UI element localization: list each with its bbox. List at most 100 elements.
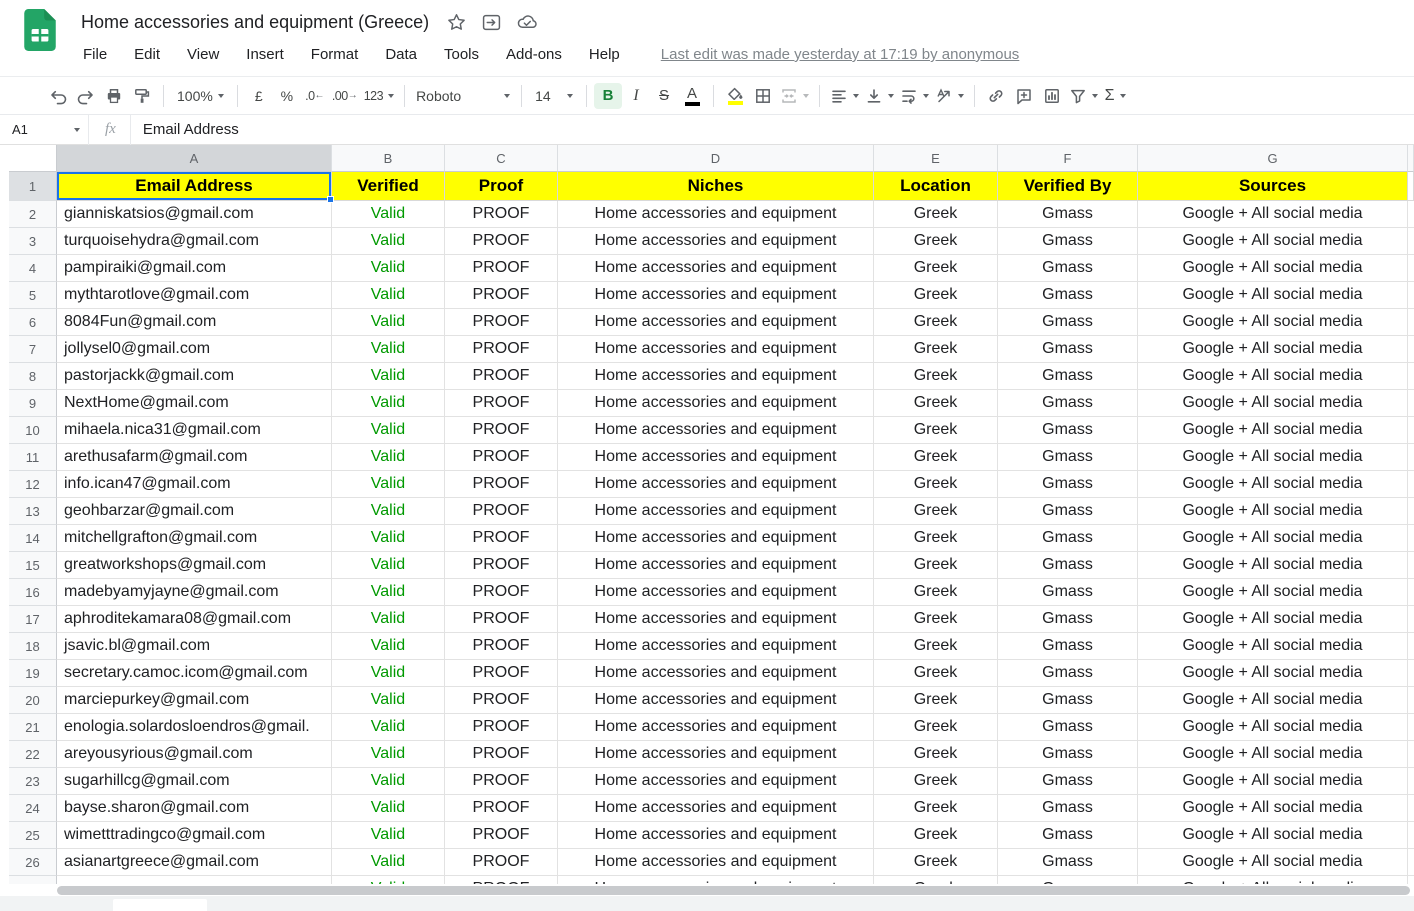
cell-sliver[interactable]: [1408, 201, 1414, 228]
cell-sliver[interactable]: [1408, 444, 1414, 471]
cell-sliver[interactable]: [1408, 606, 1414, 633]
star-icon[interactable]: [447, 13, 466, 32]
cell-proof[interactable]: PROOF: [445, 606, 558, 633]
cell-verified-by[interactable]: Gmass: [998, 390, 1138, 417]
cell-verified[interactable]: Valid: [332, 687, 445, 714]
cell-email[interactable]: pastorjackk@gmail.com: [57, 363, 332, 390]
cell-niches[interactable]: Home accessories and equipment: [558, 768, 874, 795]
cell-verified[interactable]: Valid: [332, 768, 445, 795]
cell-sources[interactable]: Google + All social media: [1138, 201, 1408, 228]
column-header-f[interactable]: F: [998, 145, 1138, 172]
cell-niches[interactable]: Home accessories and equipment: [558, 552, 874, 579]
row-number[interactable]: [9, 876, 57, 884]
document-title[interactable]: Home accessories and equipment (Greece): [81, 12, 429, 33]
cell-email[interactable]: bayse.sharon@gmail.com: [57, 795, 332, 822]
font-size-select[interactable]: 14: [529, 83, 579, 109]
cell-location[interactable]: Greek: [874, 309, 998, 336]
row-number[interactable]: 23: [9, 768, 57, 795]
cell-sources[interactable]: Google + All social media: [1138, 714, 1408, 741]
cell-niches[interactable]: Home accessories and equipment: [558, 606, 874, 633]
cell-verified[interactable]: Valid: [332, 525, 445, 552]
cell-location[interactable]: Greek: [874, 849, 998, 876]
cell-proof[interactable]: PROOF: [445, 849, 558, 876]
cell-niches[interactable]: Home accessories and equipment: [558, 309, 874, 336]
cell-location[interactable]: Greek: [874, 363, 998, 390]
cell-location[interactable]: Greek: [874, 201, 998, 228]
cell-location[interactable]: Greek: [874, 687, 998, 714]
cell-sources[interactable]: Google + All social media: [1138, 579, 1408, 606]
cell-verified-by[interactable]: Gmass: [998, 579, 1138, 606]
cell-verified-by[interactable]: Gmass: [998, 282, 1138, 309]
menu-format[interactable]: Format: [311, 46, 359, 63]
row-number[interactable]: 25: [9, 822, 57, 849]
cell-sources[interactable]: Google + All social media: [1138, 444, 1408, 471]
cell-email[interactable]: [57, 876, 332, 884]
cell-email[interactable]: arethusafarm@gmail.com: [57, 444, 332, 471]
font-select[interactable]: Roboto: [412, 83, 514, 109]
cell-location[interactable]: Greek: [874, 768, 998, 795]
cell-sources[interactable]: Google + All social media: [1138, 498, 1408, 525]
more-formats-button[interactable]: 123: [361, 83, 397, 109]
row-number[interactable]: 17: [9, 606, 57, 633]
cell-verified[interactable]: Valid: [332, 255, 445, 282]
menu-view[interactable]: View: [187, 46, 219, 63]
row-number[interactable]: 4: [9, 255, 57, 282]
bold-button[interactable]: B: [594, 83, 622, 109]
cell-proof[interactable]: PROOF: [445, 768, 558, 795]
cell-sources[interactable]: Google + All social media: [1138, 255, 1408, 282]
cell-location[interactable]: Greek: [874, 525, 998, 552]
cell-sources[interactable]: Google + All social media: [1138, 282, 1408, 309]
cell-niches[interactable]: Home accessories and equipment: [558, 390, 874, 417]
cell-verified[interactable]: Valid: [332, 309, 445, 336]
header-cell-sources[interactable]: Sources: [1138, 172, 1408, 201]
cell-email[interactable]: pampiraiki@gmail.com: [57, 255, 332, 282]
cell-proof[interactable]: PROOF: [445, 255, 558, 282]
cell-proof[interactable]: PROOF: [445, 714, 558, 741]
cell-niches[interactable]: Home accessories and equipment: [558, 417, 874, 444]
cell-location[interactable]: Greek: [874, 741, 998, 768]
cell-verified[interactable]: Valid: [332, 552, 445, 579]
cell-verified[interactable]: Valid: [332, 633, 445, 660]
cell-verified-by[interactable]: Gmass: [998, 525, 1138, 552]
format-currency-button[interactable]: £: [245, 83, 273, 109]
cell-location[interactable]: Greek: [874, 822, 998, 849]
menu-add-ons[interactable]: Add-ons: [506, 46, 562, 63]
cell-sources[interactable]: Google + All social media: [1138, 687, 1408, 714]
cell-sources[interactable]: Google + All social media: [1138, 336, 1408, 363]
row-number[interactable]: 22: [9, 741, 57, 768]
cell-location[interactable]: Greek: [874, 714, 998, 741]
cell-sliver[interactable]: [1408, 876, 1414, 884]
cell-sliver[interactable]: [1408, 390, 1414, 417]
cell-location[interactable]: Greek: [874, 336, 998, 363]
decrease-decimal-button[interactable]: .0←: [301, 83, 329, 109]
cell-location[interactable]: Greek: [874, 660, 998, 687]
cell-niches[interactable]: Home accessories and equipment: [558, 876, 874, 884]
cell-proof[interactable]: PROOF: [445, 633, 558, 660]
row-number[interactable]: 7: [9, 336, 57, 363]
cell-verified[interactable]: Valid: [332, 660, 445, 687]
vertical-align-button[interactable]: [862, 83, 897, 109]
cell-niches[interactable]: Home accessories and equipment: [558, 336, 874, 363]
cell-verified-by[interactable]: Gmass: [998, 660, 1138, 687]
cell-proof[interactable]: PROOF: [445, 444, 558, 471]
cell-niches[interactable]: Home accessories and equipment: [558, 714, 874, 741]
cell-proof[interactable]: PROOF: [445, 336, 558, 363]
cell-verified-by[interactable]: Gmass: [998, 795, 1138, 822]
insert-comment-button[interactable]: [1010, 83, 1038, 109]
cell-location[interactable]: Greek: [874, 255, 998, 282]
cell-verified-by[interactable]: Gmass: [998, 498, 1138, 525]
cell-sliver[interactable]: [1408, 714, 1414, 741]
cell-sliver[interactable]: [1408, 309, 1414, 336]
cell-verified[interactable]: Valid: [332, 849, 445, 876]
horizontal-scrollbar[interactable]: [57, 886, 1410, 895]
cell-sources[interactable]: Google + All social media: [1138, 363, 1408, 390]
cell-sources[interactable]: Google + All social media: [1138, 660, 1408, 687]
undo-button[interactable]: [44, 83, 72, 109]
cell-niches[interactable]: Home accessories and equipment: [558, 228, 874, 255]
cell-niches[interactable]: Home accessories and equipment: [558, 687, 874, 714]
row-number[interactable]: 12: [9, 471, 57, 498]
cell-proof[interactable]: PROOF: [445, 822, 558, 849]
cell-location[interactable]: Greek: [874, 228, 998, 255]
menu-help[interactable]: Help: [589, 46, 620, 63]
cell-email[interactable]: areyousyrious@gmail.com: [57, 741, 332, 768]
